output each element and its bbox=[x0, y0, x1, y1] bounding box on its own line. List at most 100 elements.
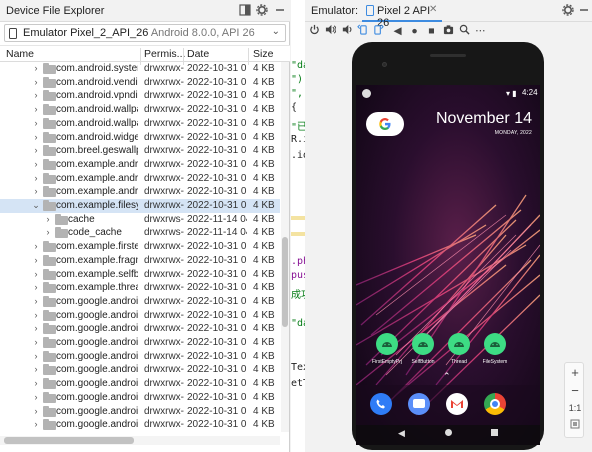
table-row[interactable]: › com.android.widgetprovider drwxrwx--2022… bbox=[0, 131, 280, 145]
chevron-right-icon[interactable]: › bbox=[32, 144, 40, 158]
chevron-right-icon[interactable]: › bbox=[32, 89, 40, 103]
vertical-scrollbar[interactable] bbox=[281, 62, 289, 432]
chevron-right-icon[interactable]: › bbox=[32, 76, 40, 90]
minimize-icon[interactable] bbox=[577, 4, 591, 18]
scrollbar-thumb[interactable] bbox=[4, 437, 134, 444]
rotate-right-icon[interactable] bbox=[372, 24, 385, 38]
messages-app-icon[interactable] bbox=[408, 393, 430, 415]
scrollbar-thumb[interactable] bbox=[282, 237, 288, 327]
close-icon[interactable]: ✕ bbox=[429, 4, 437, 15]
fit-screen-button[interactable] bbox=[565, 419, 585, 432]
chevron-right-icon[interactable]: › bbox=[32, 322, 40, 336]
table-row[interactable]: › com.google.android.apps drwxrwx--2022-10… bbox=[0, 309, 280, 323]
volume-down-icon[interactable] bbox=[340, 24, 353, 38]
nav-overview-icon[interactable] bbox=[491, 429, 498, 436]
chevron-right-icon[interactable]: › bbox=[32, 377, 40, 391]
chevron-right-icon[interactable]: › bbox=[32, 62, 40, 76]
chevron-right-icon[interactable]: › bbox=[44, 226, 52, 240]
chevron-right-icon[interactable]: › bbox=[32, 405, 40, 419]
chevron-right-icon[interactable]: › bbox=[32, 185, 40, 199]
column-size[interactable]: Size bbox=[253, 48, 273, 60]
table-row[interactable]: › com.example.firstemptyproject drwxrwx--2… bbox=[0, 240, 280, 254]
table-row[interactable]: › com.example.androidclass drwxrwx--2022-1… bbox=[0, 185, 280, 199]
table-row[interactable]: › com.google.android.apps drwxrwx--2022-10… bbox=[0, 336, 280, 350]
screenshot-icon[interactable] bbox=[442, 24, 455, 38]
table-row[interactable]: › com.google.android.apps drwxrwx--2022-10… bbox=[0, 391, 280, 405]
phone-screen[interactable]: ▾ ▮ 4:24 November 14 MONDAY, 2022 FirstE… bbox=[356, 85, 540, 445]
table-row[interactable]: › com.android.systemui drwxrwx--2022-10-31… bbox=[0, 62, 280, 76]
tab-pixel-2-api-26[interactable]: Pixel 2 API 26 ✕ bbox=[362, 0, 442, 29]
home-icon[interactable]: ● bbox=[408, 24, 421, 38]
app-drawer-handle[interactable]: ⌃ bbox=[443, 371, 451, 382]
table-row[interactable]: › com.google.android.apps drwxrwx--2022-10… bbox=[0, 377, 280, 391]
table-row[interactable]: › com.android.wallpaper drwxrwx--2022-10-3… bbox=[0, 117, 280, 131]
chevron-down-icon[interactable]: ⌄ bbox=[32, 199, 40, 213]
app-shortcut[interactable]: Thread bbox=[442, 333, 476, 369]
table-row[interactable]: › com.google.android.apps drwxrwx--2022-10… bbox=[0, 405, 280, 419]
chevron-right-icon[interactable]: › bbox=[32, 268, 40, 282]
table-row[interactable]: › com.google.android.apps drwxrwx--2022-10… bbox=[0, 350, 280, 364]
table-row[interactable]: › cache drwxrws--2022-11-14 04: 4 KB bbox=[0, 213, 280, 227]
minimize-icon[interactable] bbox=[273, 4, 287, 18]
google-search-widget[interactable] bbox=[366, 112, 404, 136]
chevron-right-icon[interactable]: › bbox=[32, 336, 40, 350]
table-row[interactable]: › com.android.vending drwxrwx--2022-10-31 … bbox=[0, 76, 280, 90]
chevron-right-icon[interactable]: › bbox=[32, 172, 40, 186]
table-row[interactable]: › com.breel.geswallpapers drwxrwx--2022-10… bbox=[0, 144, 280, 158]
table-row[interactable]: › com.example.selfbutton drwxrwx--2022-10-… bbox=[0, 268, 280, 282]
chevron-right-icon[interactable]: › bbox=[32, 418, 40, 432]
chevron-right-icon[interactable]: › bbox=[32, 117, 40, 131]
chevron-right-icon[interactable]: › bbox=[32, 391, 40, 405]
table-row[interactable]: › com.google.android.back drwxrwx--2022-10… bbox=[0, 418, 280, 432]
table-row[interactable]: ⌄ com.example.filesystem drwxrwx--2022-10-… bbox=[0, 199, 280, 213]
app-shortcut[interactable]: FirstEmptyPrj bbox=[370, 333, 404, 369]
table-row[interactable]: › com.example.androidclass drwxrwx--2022-1… bbox=[0, 158, 280, 172]
table-row[interactable]: › com.google.android.apps drwxrwx--2022-10… bbox=[0, 363, 280, 377]
horizontal-scrollbar[interactable] bbox=[0, 436, 280, 445]
table-row[interactable]: › com.android.vpndialogs drwxrwx--2022-10-… bbox=[0, 89, 280, 103]
chevron-right-icon[interactable]: › bbox=[32, 309, 40, 323]
chevron-right-icon[interactable]: › bbox=[32, 363, 40, 377]
column-name[interactable]: Name bbox=[6, 48, 34, 60]
volume-up-icon[interactable] bbox=[324, 24, 337, 38]
gear-icon[interactable] bbox=[561, 4, 575, 18]
zoom-in-button[interactable]: + bbox=[565, 365, 585, 380]
chevron-right-icon[interactable]: › bbox=[32, 295, 40, 309]
phone-app-icon[interactable] bbox=[370, 393, 392, 415]
column-date[interactable]: Date bbox=[187, 48, 209, 60]
table-row[interactable]: › com.google.android.apps drwxrwx--2022-10… bbox=[0, 295, 280, 309]
chevron-right-icon[interactable]: › bbox=[32, 281, 40, 295]
overview-icon[interactable]: ■ bbox=[425, 24, 438, 38]
zoom-icon[interactable] bbox=[458, 24, 471, 38]
chevron-right-icon[interactable]: › bbox=[44, 213, 52, 227]
code-fragment: pus bbox=[291, 270, 305, 281]
table-row[interactable]: › com.android.wallpaper drwxrwx--2022-10-3… bbox=[0, 103, 280, 117]
chevron-right-icon[interactable]: › bbox=[32, 158, 40, 172]
table-row[interactable]: › code_cache drwxrws--2022-11-14 04: 4 KB bbox=[0, 226, 280, 240]
chevron-right-icon[interactable]: › bbox=[32, 350, 40, 364]
column-permissions[interactable]: Permis... bbox=[144, 48, 185, 60]
chrome-app-icon[interactable] bbox=[484, 393, 506, 415]
nav-home-icon[interactable] bbox=[445, 429, 452, 436]
chevron-right-icon[interactable]: › bbox=[32, 240, 40, 254]
hide-panel-icon[interactable] bbox=[238, 4, 252, 18]
zoom-out-button[interactable]: − bbox=[565, 383, 585, 398]
device-selector[interactable]: Emulator Pixel_2_API_26 Android 8.0.0, A… bbox=[4, 24, 286, 42]
chevron-right-icon[interactable]: › bbox=[32, 131, 40, 145]
more-icon[interactable]: ⋯ bbox=[474, 24, 487, 38]
gmail-app-icon[interactable] bbox=[446, 393, 468, 415]
rotate-left-icon[interactable] bbox=[356, 24, 369, 38]
table-row[interactable]: › com.example.androidclass drwxrwx--2022-1… bbox=[0, 172, 280, 186]
nav-back-icon[interactable]: ◀ bbox=[398, 428, 405, 439]
back-icon[interactable]: ◀ bbox=[391, 24, 404, 38]
table-row[interactable]: › com.example.thread drwxrwx-- 2022-10-31 0… bbox=[0, 281, 280, 295]
app-shortcut[interactable]: SelfButton bbox=[406, 333, 440, 369]
app-shortcut[interactable]: FileSystem bbox=[478, 333, 512, 369]
gear-icon[interactable] bbox=[255, 4, 269, 18]
table-row[interactable]: › com.google.android.apps drwxrwx--2022-10… bbox=[0, 322, 280, 336]
chevron-right-icon[interactable]: › bbox=[32, 103, 40, 117]
table-row[interactable]: › com.example.fragments drwxrwx--2022-10-3… bbox=[0, 254, 280, 268]
zoom-ratio-button[interactable]: 1:1 bbox=[565, 403, 585, 413]
chevron-right-icon[interactable]: › bbox=[32, 254, 40, 268]
power-icon[interactable] bbox=[308, 24, 321, 38]
